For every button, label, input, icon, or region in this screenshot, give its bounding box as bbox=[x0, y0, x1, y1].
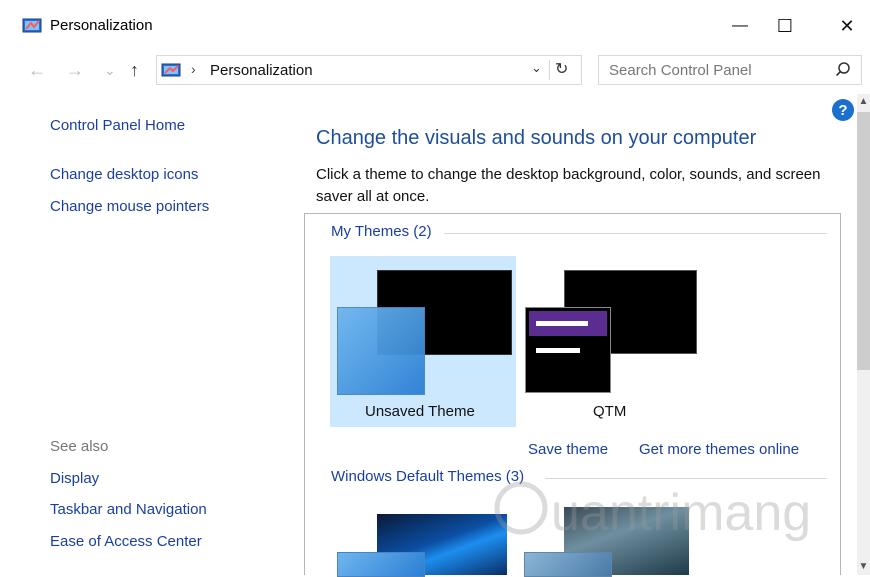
theme-qtm[interactable] bbox=[524, 269, 697, 393]
scroll-thumb[interactable] bbox=[857, 112, 870, 370]
close-button[interactable]: ✕ bbox=[824, 10, 870, 42]
page-description: Click a theme to change the desktop back… bbox=[316, 166, 821, 205]
see-also-heading: See also bbox=[50, 438, 109, 455]
change-mouse-pointers-link[interactable]: Change mouse pointers bbox=[50, 198, 209, 215]
window-color-preview bbox=[337, 307, 425, 395]
change-desktop-icons-link[interactable]: Change desktop icons bbox=[50, 166, 198, 183]
window-color-preview bbox=[525, 307, 611, 393]
vertical-scrollbar[interactable]: ▲ ▼ bbox=[857, 94, 870, 575]
quantrimang-logo-icon: uantrimang bbox=[494, 481, 811, 542]
minimize-button[interactable]: — bbox=[717, 10, 763, 42]
window-color-preview bbox=[337, 552, 425, 577]
window-color-preview bbox=[524, 552, 612, 577]
page-title: Change the visuals and sounds on your co… bbox=[316, 127, 757, 149]
personalization-app-icon bbox=[22, 18, 42, 33]
search-input[interactable]: Search Control Panel bbox=[609, 62, 752, 79]
text-stripe bbox=[536, 348, 580, 353]
my-themes-heading[interactable]: My Themes (2) bbox=[331, 223, 432, 240]
svg-text:uantrimang: uantrimang bbox=[551, 484, 811, 542]
recent-locations-icon[interactable]: ⌄ bbox=[104, 62, 116, 79]
help-icon[interactable]: ? bbox=[832, 99, 854, 121]
breadcrumb-personalization[interactable]: Personalization bbox=[210, 62, 313, 79]
close-icon: ✕ bbox=[839, 15, 855, 36]
title-stripe bbox=[536, 321, 588, 326]
address-bar[interactable]: › Personalization ⌄ ↻ bbox=[156, 55, 582, 85]
group-divider bbox=[444, 233, 827, 234]
qtm-theme-name[interactable]: QTM bbox=[593, 403, 626, 420]
theme-windows[interactable] bbox=[337, 514, 507, 577]
back-arrow-icon[interactable]: ← bbox=[28, 60, 46, 81]
title-bar: Personalization — ☐ ✕ bbox=[0, 0, 870, 52]
refresh-icon[interactable]: ↻ bbox=[555, 59, 568, 79]
get-more-themes-link[interactable]: Get more themes online bbox=[639, 441, 799, 458]
ease-of-access-link[interactable]: Ease of Access Center bbox=[50, 533, 202, 550]
address-divider bbox=[549, 60, 550, 80]
control-panel-home-link[interactable]: Control Panel Home bbox=[50, 117, 185, 134]
up-arrow-icon[interactable]: ↑ bbox=[130, 60, 139, 81]
control-panel-icon bbox=[161, 63, 181, 77]
search-box[interactable]: Search Control Panel bbox=[598, 55, 862, 85]
watermark: uantrimang bbox=[493, 466, 833, 551]
maximize-button[interactable]: ☐ bbox=[762, 10, 808, 42]
breadcrumb-separator-icon[interactable]: › bbox=[191, 61, 196, 77]
minimize-icon: — bbox=[732, 17, 748, 34]
unsaved-theme-preview[interactable] bbox=[337, 269, 512, 395]
scroll-down-icon[interactable]: ▼ bbox=[857, 559, 870, 575]
scroll-up-icon[interactable]: ▲ bbox=[857, 94, 870, 110]
window-title: Personalization bbox=[50, 17, 153, 34]
save-theme-link[interactable]: Save theme bbox=[528, 441, 608, 458]
search-icon[interactable] bbox=[835, 61, 851, 77]
forward-arrow-icon[interactable]: → bbox=[66, 60, 84, 81]
display-link[interactable]: Display bbox=[50, 470, 99, 487]
maximize-icon: ☐ bbox=[776, 15, 794, 36]
unsaved-theme-name[interactable]: Unsaved Theme bbox=[365, 403, 475, 420]
taskbar-navigation-link[interactable]: Taskbar and Navigation bbox=[50, 501, 207, 518]
address-dropdown-icon[interactable]: ⌄ bbox=[531, 60, 542, 76]
